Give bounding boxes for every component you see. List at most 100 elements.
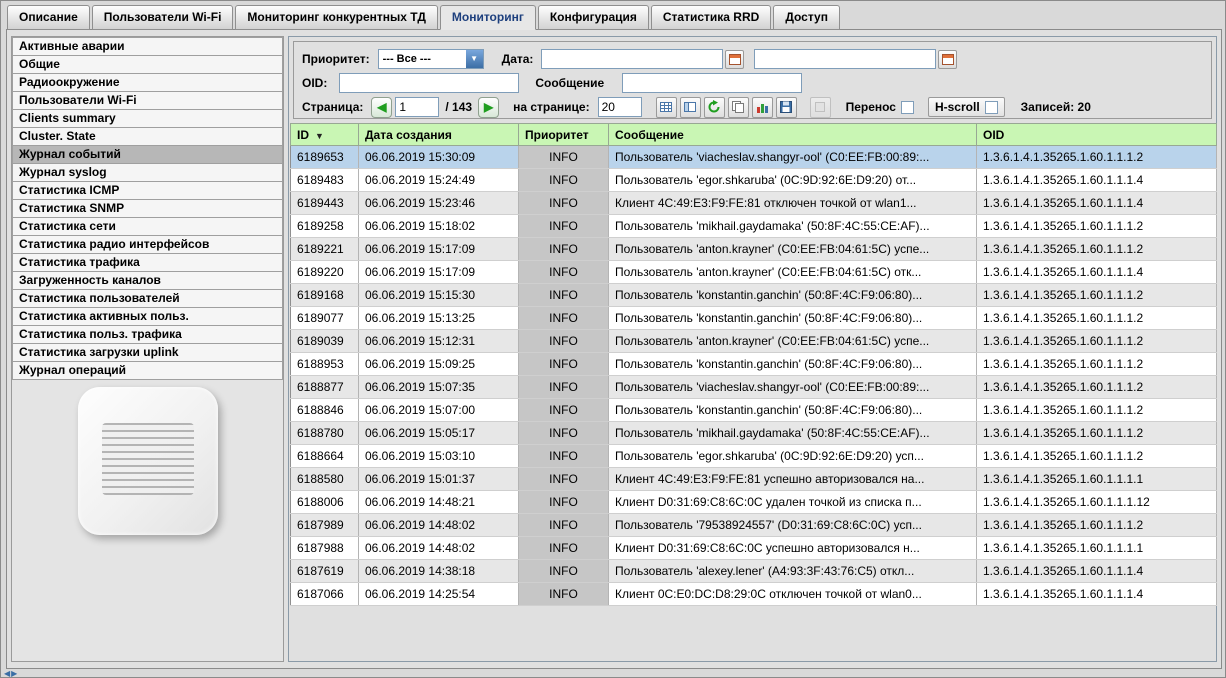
sidebar-item[interactable]: Статистика пользователей (12, 289, 283, 308)
main-panel: Приоритет: --- Все --- ▼ Дата: OID: Сооб… (288, 36, 1217, 662)
horizontal-scrollbar[interactable]: ◀ ▶ (4, 670, 1224, 678)
message-input[interactable] (622, 73, 802, 93)
scroll-right-icon[interactable]: ▶ (11, 670, 17, 678)
table-row[interactable]: 618922106.06.2019 15:17:09INFOПользовате… (291, 238, 1217, 261)
hscroll-label: H-scroll (935, 100, 980, 114)
cell-message: Пользователь 'mikhail.gaydamaka' (50:8F:… (609, 422, 977, 445)
extra-action-button (810, 97, 831, 118)
table-row[interactable]: 618903906.06.2019 15:12:31INFOПользовате… (291, 330, 1217, 353)
sidebar-item[interactable]: Статистика загрузки uplink (12, 343, 283, 362)
cell-oid: 1.3.6.1.4.1.35265.1.60.1.1.1.4 (977, 560, 1217, 583)
sidebar-item[interactable]: Общие (12, 55, 283, 74)
tab-item[interactable]: Описание (7, 5, 90, 30)
column-header-oid[interactable]: OID (977, 124, 1217, 146)
sidebar-item[interactable]: Статистика ICMP (12, 181, 283, 200)
cell-date: 06.06.2019 15:24:49 (359, 169, 519, 192)
tab-item[interactable]: Статистика RRD (651, 5, 771, 30)
chart-button[interactable] (752, 97, 773, 118)
table-row[interactable]: 618965306.06.2019 15:30:09INFOПользовате… (291, 146, 1217, 169)
cell-message: Пользователь 'viacheslav.shangyr-ool' (C… (609, 376, 977, 399)
table-row[interactable]: 618761906.06.2019 14:38:18INFOПользовате… (291, 560, 1217, 583)
column-header-date[interactable]: Дата создания (359, 124, 519, 146)
cell-message: Пользователь 'anton.krayner' (C0:EE:FB:0… (609, 238, 977, 261)
column-header-priority[interactable]: Приоритет (519, 124, 609, 146)
sidebar-item[interactable]: Статистика радио интерфейсов (12, 235, 283, 254)
events-table: ID▼ Дата создания Приоритет Сообщение OI… (290, 123, 1217, 606)
date-from-input[interactable] (541, 49, 723, 69)
sidebar-item[interactable]: Загруженность каналов (12, 271, 283, 290)
date-from-calendar-button[interactable] (725, 50, 744, 69)
tab-item[interactable]: Пользователи Wi-Fi (92, 5, 234, 30)
hscroll-checkbox[interactable] (985, 101, 998, 114)
wrap-checkbox[interactable] (901, 101, 914, 114)
copy-button[interactable] (728, 97, 749, 118)
filter-panel: Приоритет: --- Все --- ▼ Дата: OID: Сооб… (293, 41, 1212, 119)
sidebar-item[interactable]: Clients summary (12, 109, 283, 128)
sidebar-item[interactable]: Активные аварии (12, 37, 283, 56)
priority-select[interactable]: --- Все --- ▼ (378, 49, 484, 69)
sidebar-item[interactable]: Журнал событий (12, 145, 283, 164)
table-row[interactable]: 618895306.06.2019 15:09:25INFOПользовате… (291, 353, 1217, 376)
table-row[interactable]: 618916806.06.2019 15:15:30INFOПользовате… (291, 284, 1217, 307)
message-label: Сообщение (535, 76, 604, 90)
sidebar-item[interactable]: Журнал syslog (12, 163, 283, 182)
next-page-button[interactable]: ▶ (478, 97, 499, 118)
tab-item[interactable]: Мониторинг конкурентных ТД (235, 5, 437, 30)
cell-id: 6189483 (291, 169, 359, 192)
table-row[interactable]: 618800606.06.2019 14:48:21INFOКлиент D0:… (291, 491, 1217, 514)
disabled-action-icon (813, 100, 827, 114)
tab-item[interactable]: Мониторинг (440, 5, 536, 30)
cell-priority: INFO (519, 514, 609, 537)
details-view-icon (683, 100, 697, 114)
prev-page-button[interactable]: ◀ (371, 97, 392, 118)
per-page-input[interactable] (598, 97, 642, 117)
column-header-message[interactable]: Сообщение (609, 124, 977, 146)
sidebar-item[interactable]: Статистика активных польз. (12, 307, 283, 326)
records-count: Записей: 20 (1021, 100, 1091, 114)
sidebar-item[interactable]: Статистика трафика (12, 253, 283, 272)
table-row[interactable]: 618907706.06.2019 15:13:25INFOПользовате… (291, 307, 1217, 330)
date-to-calendar-button[interactable] (938, 50, 957, 69)
cell-message: Пользователь 'konstantin.ganchin' (50:8F… (609, 353, 977, 376)
cell-oid: 1.3.6.1.4.1.35265.1.60.1.1.1.2 (977, 307, 1217, 330)
table-row[interactable]: 618798906.06.2019 14:48:02INFOПользовате… (291, 514, 1217, 537)
cell-oid: 1.3.6.1.4.1.35265.1.60.1.1.1.4 (977, 192, 1217, 215)
cell-id: 6188006 (291, 491, 359, 514)
cell-id: 6189221 (291, 238, 359, 261)
scroll-left-icon[interactable]: ◀ (4, 670, 10, 678)
sidebar-item[interactable]: Радиоокружение (12, 73, 283, 92)
cell-id: 6188877 (291, 376, 359, 399)
tab-item[interactable]: Конфигурация (538, 5, 649, 30)
view-table-button[interactable] (656, 97, 677, 118)
table-row[interactable]: 618878006.06.2019 15:05:17INFOПользовате… (291, 422, 1217, 445)
sidebar-item[interactable]: Журнал операций (12, 361, 283, 380)
table-row[interactable]: 618944306.06.2019 15:23:46INFOКлиент 4C:… (291, 192, 1217, 215)
cell-oid: 1.3.6.1.4.1.35265.1.60.1.1.1.2 (977, 445, 1217, 468)
page-input[interactable] (395, 97, 439, 117)
sidebar-item[interactable]: Статистика польз. трафика (12, 325, 283, 344)
view-details-button[interactable] (680, 97, 701, 118)
table-row[interactable]: 618866406.06.2019 15:03:10INFOПользовате… (291, 445, 1217, 468)
table-row[interactable]: 618884606.06.2019 15:07:00INFOПользовате… (291, 399, 1217, 422)
sidebar-item[interactable]: Статистика SNMP (12, 199, 283, 218)
table-row[interactable]: 618798806.06.2019 14:48:02INFOКлиент D0:… (291, 537, 1217, 560)
refresh-button[interactable] (704, 97, 725, 118)
table-row[interactable]: 618948306.06.2019 15:24:49INFOПользовате… (291, 169, 1217, 192)
sidebar-item[interactable]: Пользователи Wi-Fi (12, 91, 283, 110)
save-button[interactable] (776, 97, 797, 118)
table-row[interactable]: 618925806.06.2019 15:18:02INFOПользовате… (291, 215, 1217, 238)
chevron-down-icon[interactable]: ▼ (466, 50, 483, 68)
cell-date: 06.06.2019 15:17:09 (359, 261, 519, 284)
column-header-id[interactable]: ID▼ (291, 124, 359, 146)
sidebar-item[interactable]: Статистика сети (12, 217, 283, 236)
tab-item[interactable]: Доступ (773, 5, 840, 30)
table-row[interactable]: 618706606.06.2019 14:25:54INFOКлиент 0C:… (291, 583, 1217, 606)
cell-message: Пользователь 'konstantin.ganchin' (50:8F… (609, 307, 977, 330)
table-row[interactable]: 618858006.06.2019 15:01:37INFOКлиент 4C:… (291, 468, 1217, 491)
oid-input[interactable] (339, 73, 519, 93)
cell-message: Клиент 0C:E0:DC:D8:29:0C отключен точкой… (609, 583, 977, 606)
table-row[interactable]: 618922006.06.2019 15:17:09INFOПользовате… (291, 261, 1217, 284)
sidebar-item[interactable]: Cluster. State (12, 127, 283, 146)
table-row[interactable]: 618887706.06.2019 15:07:35INFOПользовате… (291, 376, 1217, 399)
date-to-input[interactable] (754, 49, 936, 69)
